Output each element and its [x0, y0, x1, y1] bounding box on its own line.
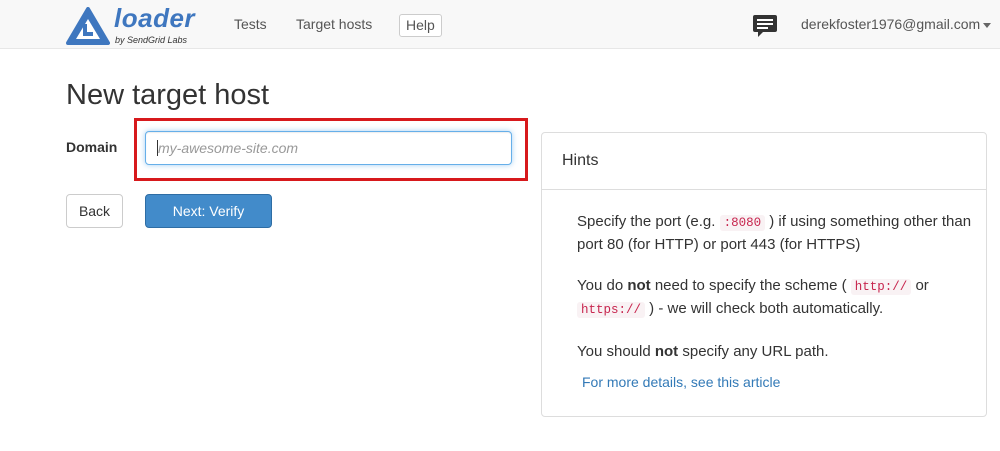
hint-text: You should: [577, 343, 655, 360]
brand-name: loader: [114, 3, 196, 33]
hints-list: Specify the port (e.g. :8080 ) if using …: [577, 211, 977, 382]
hint-emphasis: not: [654, 343, 679, 360]
hints-heading: Hints: [542, 133, 986, 190]
next-verify-button[interactable]: Next: Verify: [145, 194, 272, 228]
page-title: New target host: [66, 79, 270, 111]
hint-text: ) - we will check both automatically.: [645, 300, 884, 317]
hint-emphasis: not: [627, 277, 651, 294]
top-navbar: loader by SendGrid Labs Tests Target hos…: [0, 0, 1000, 49]
more-details-link[interactable]: For more details, see this article: [582, 374, 780, 390]
nav-target-hosts[interactable]: Target hosts: [296, 16, 372, 32]
code-snippet: http://: [850, 279, 912, 295]
hint-path: You should not specify any URL path.: [577, 341, 977, 362]
brand-logo[interactable]: loader by SendGrid Labs: [66, 3, 201, 45]
user-menu[interactable]: derekfoster1976@gmail.com: [801, 16, 992, 32]
hint-text: need to specify the scheme (: [650, 277, 851, 294]
nav-tests[interactable]: Tests: [234, 16, 267, 32]
loader-logo-icon: [66, 7, 110, 45]
back-button[interactable]: Back: [66, 194, 123, 228]
chevron-down-icon: [983, 22, 992, 28]
hint-scheme: You do not need to specify the scheme ( …: [577, 275, 977, 321]
user-email: derekfoster1976@gmail.com: [801, 16, 981, 32]
brand-subtitle: by SendGrid Labs: [115, 35, 188, 45]
help-button[interactable]: Help: [399, 14, 442, 37]
domain-input[interactable]: [145, 131, 512, 165]
hint-text: Specify the port (e.g.: [577, 213, 720, 230]
chat-bubble-icon[interactable]: [752, 14, 778, 38]
hint-port: Specify the port (e.g. :8080 ) if using …: [577, 211, 977, 255]
hint-text: or: [911, 277, 929, 294]
hint-text: specify any URL path.: [678, 343, 829, 360]
code-snippet: https://: [577, 302, 646, 318]
domain-label: Domain: [66, 139, 118, 155]
code-snippet: :8080: [719, 215, 766, 231]
text-cursor: [157, 140, 158, 156]
hint-text: You do: [577, 277, 628, 294]
hints-panel: Hints Specify the port (e.g. :8080 ) if …: [541, 132, 987, 417]
